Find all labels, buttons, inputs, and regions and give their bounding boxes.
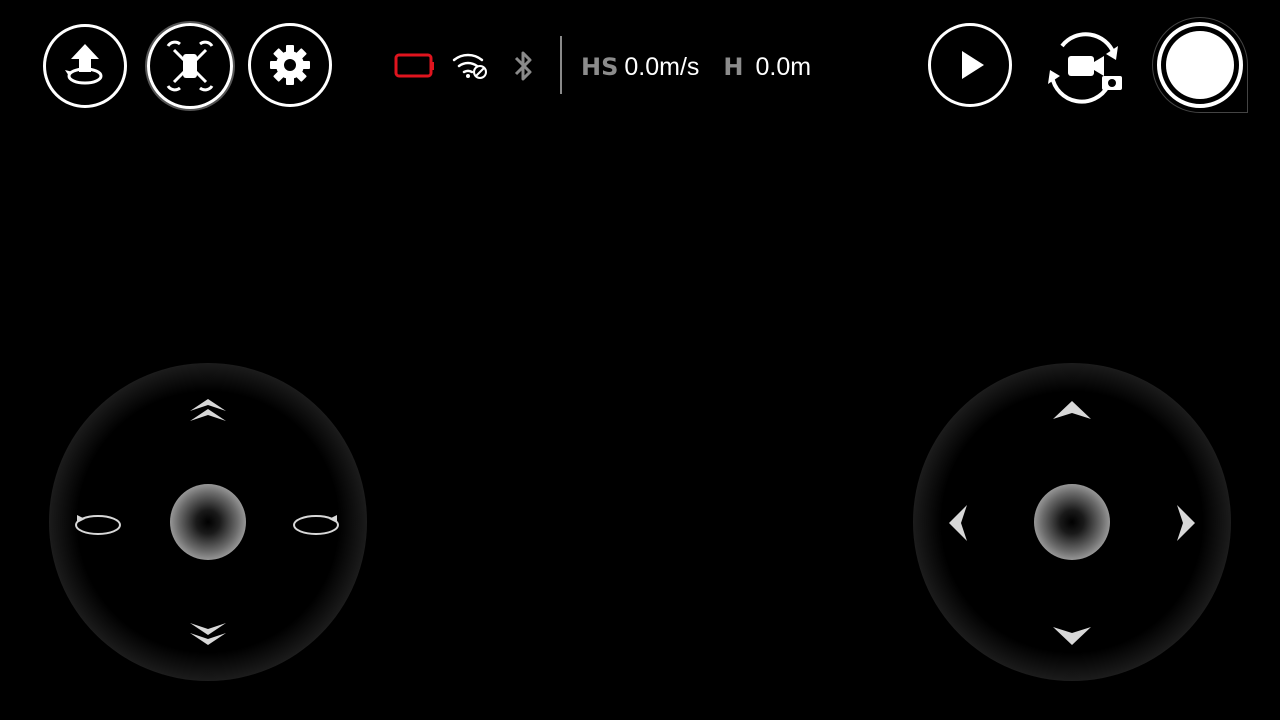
rotate-right-icon (293, 515, 339, 535)
status-divider (560, 36, 562, 94)
height-value: 0.0m (755, 52, 812, 81)
wifi-icon (450, 50, 490, 82)
shutter-icon (1157, 22, 1243, 108)
double-chevron-up-icon (190, 399, 226, 421)
camera-mode-switch-button[interactable] (1042, 26, 1126, 106)
play-icon (962, 51, 984, 79)
battery-icon (394, 52, 436, 80)
shutter-inner (1166, 31, 1234, 99)
left-joystick[interactable] (49, 363, 367, 681)
triangle-up-icon (1053, 401, 1091, 419)
triangle-down-icon (1053, 627, 1091, 645)
gear-icon (270, 45, 310, 85)
drone-icon (166, 40, 214, 92)
shutter-button[interactable] (1152, 17, 1248, 113)
height-label: H (723, 53, 744, 81)
settings-button[interactable] (248, 23, 332, 107)
bluetooth-icon (510, 48, 536, 84)
playback-button[interactable] (928, 23, 1012, 107)
triangle-left-icon (949, 505, 967, 541)
left-stick-knob[interactable] (170, 484, 246, 560)
right-joystick[interactable] (913, 363, 1231, 681)
rotate-left-icon (75, 515, 121, 535)
takeoff-icon (65, 44, 103, 85)
takeoff-button[interactable] (43, 24, 127, 108)
right-stick-knob[interactable] (1034, 484, 1110, 560)
horizontal-speed-label: HS (581, 53, 619, 81)
double-chevron-down-icon (190, 623, 226, 645)
drone-mode-button[interactable] (147, 23, 233, 109)
switch-camera-icon (1048, 32, 1122, 104)
horizontal-speed-value: 0.0m/s (624, 52, 700, 81)
telemetry: HS 0.0m/s H 0.0m (581, 50, 811, 84)
triangle-right-icon (1177, 505, 1195, 541)
